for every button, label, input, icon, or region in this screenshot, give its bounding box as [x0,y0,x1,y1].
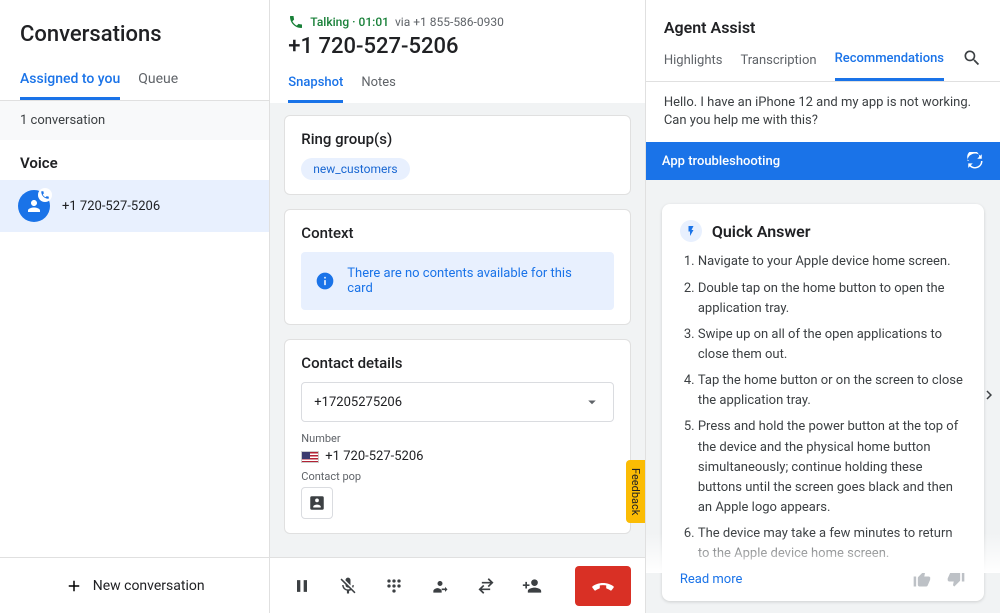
contact-pop-button[interactable] [301,487,333,519]
phone-active-icon [288,14,304,30]
conversations-title: Conversations [0,0,269,63]
mic-off-icon [338,576,358,596]
hangup-icon [591,574,615,598]
mute-button[interactable] [330,568,366,604]
call-control-bar [270,557,645,613]
context-empty-banner: There are no contents available for this… [301,252,614,310]
quick-answer-step: Double tap on the home button to open th… [698,279,966,319]
new-conversation-button[interactable]: New conversation [0,557,269,613]
dialpad-icon [384,576,404,596]
call-panel: Talking · 01:01 via +1 855-586-0930 +1 7… [270,0,645,613]
avatar [18,190,50,222]
conversation-item[interactable]: +1 720-527-5206 [0,180,269,232]
tab-highlights[interactable]: Highlights [664,49,723,80]
new-conversation-label: New conversation [93,578,205,594]
tab-snapshot[interactable]: Snapshot [288,69,343,103]
number-value: +1 720-527-5206 [325,449,423,464]
context-empty-text: There are no contents available for this… [347,266,600,296]
refresh-icon[interactable] [966,152,984,170]
search-button[interactable] [962,48,982,72]
tab-transcription[interactable]: Transcription [740,49,816,80]
tab-notes[interactable]: Notes [361,69,396,103]
context-card: Context There are no contents available … [284,209,631,325]
quick-answer-step: Navigate to your Apple device home scree… [698,252,966,272]
call-body: Ring group(s) new_customers Context Ther… [270,103,645,613]
plus-icon [65,577,83,595]
dialpad-button[interactable] [376,568,412,604]
quick-answer-title: Quick Answer [712,222,811,241]
swap-button[interactable] [468,568,504,604]
pause-button[interactable] [284,568,320,604]
topic-banner: App troubleshooting [646,142,1000,180]
contact-details-card: Contact details +17205275206 Number +1 7… [284,339,631,534]
conversation-count: 1 conversation [0,101,269,140]
search-icon [962,48,982,68]
quick-answer-step: Swipe up on all of the open applications… [698,325,966,365]
contact-select[interactable]: +17205275206 [301,382,614,422]
transfer-button[interactable] [422,568,458,604]
add-participant-button[interactable] [514,568,550,604]
ring-groups-card: Ring group(s) new_customers [284,115,631,195]
info-icon [315,271,335,291]
feedback-tab[interactable]: Feedback [626,460,645,523]
ring-groups-title: Ring group(s) [301,130,614,148]
conversations-panel: Conversations Assigned to you Queue 1 co… [0,0,270,613]
recommendations-body: Quick Answer Navigate to your Apple devi… [646,180,1000,613]
call-status: Talking · 01:01 via +1 855-586-0930 [288,14,627,30]
contact-card-icon [308,494,326,512]
topic-banner-label: App troubleshooting [662,154,780,169]
person-add-icon [522,576,542,596]
chevron-right-icon [980,386,998,404]
bolt-icon [680,220,702,242]
context-title: Context [301,224,614,242]
quick-answer-step: Press and hold the power button at the t… [698,417,966,518]
voice-section-header: Voice [0,140,269,180]
call-header: Talking · 01:01 via +1 855-586-0930 +1 7… [270,0,645,103]
transfer-icon [430,576,450,596]
conversations-tabs: Assigned to you Queue [0,63,269,101]
quick-answer-steps: Navigate to your Apple device home scree… [680,252,966,561]
contact-select-value: +17205275206 [314,395,402,410]
call-badge-icon [38,188,52,202]
tab-assigned[interactable]: Assigned to you [20,63,120,100]
number-label: Number [301,432,614,445]
conversation-item-label: +1 720-527-5206 [62,199,160,214]
user-message: Hello. I have an iPhone 12 and my app is… [646,82,1000,142]
quick-answer-step: Tap the home button or on the screen to … [698,371,966,411]
tab-recommendations[interactable]: Recommendations [835,47,944,81]
agent-assist-tabs: Highlights Transcription Recommendations [646,47,1000,82]
next-recommendation-button[interactable] [980,386,998,408]
quick-answer-card: Quick Answer Navigate to your Apple devi… [662,204,984,601]
call-tabs: Snapshot Notes [288,69,627,103]
contact-pop-label: Contact pop [301,470,614,483]
contact-details-title: Contact details [301,354,614,372]
agent-assist-title: Agent Assist [646,0,1000,47]
agent-assist-panel: Agent Assist Highlights Transcription Re… [645,0,1000,613]
number-row: +1 720-527-5206 [301,449,614,464]
read-more-link[interactable]: Read more [680,572,743,587]
pause-icon [292,576,312,596]
chevron-down-icon [583,393,601,411]
ring-group-chip[interactable]: new_customers [301,158,409,180]
caller-number: +1 720-527-5206 [288,34,627,59]
flag-us-icon [301,451,319,463]
tab-queue[interactable]: Queue [138,63,178,100]
end-call-button[interactable] [575,566,631,606]
swap-icon [476,576,496,596]
